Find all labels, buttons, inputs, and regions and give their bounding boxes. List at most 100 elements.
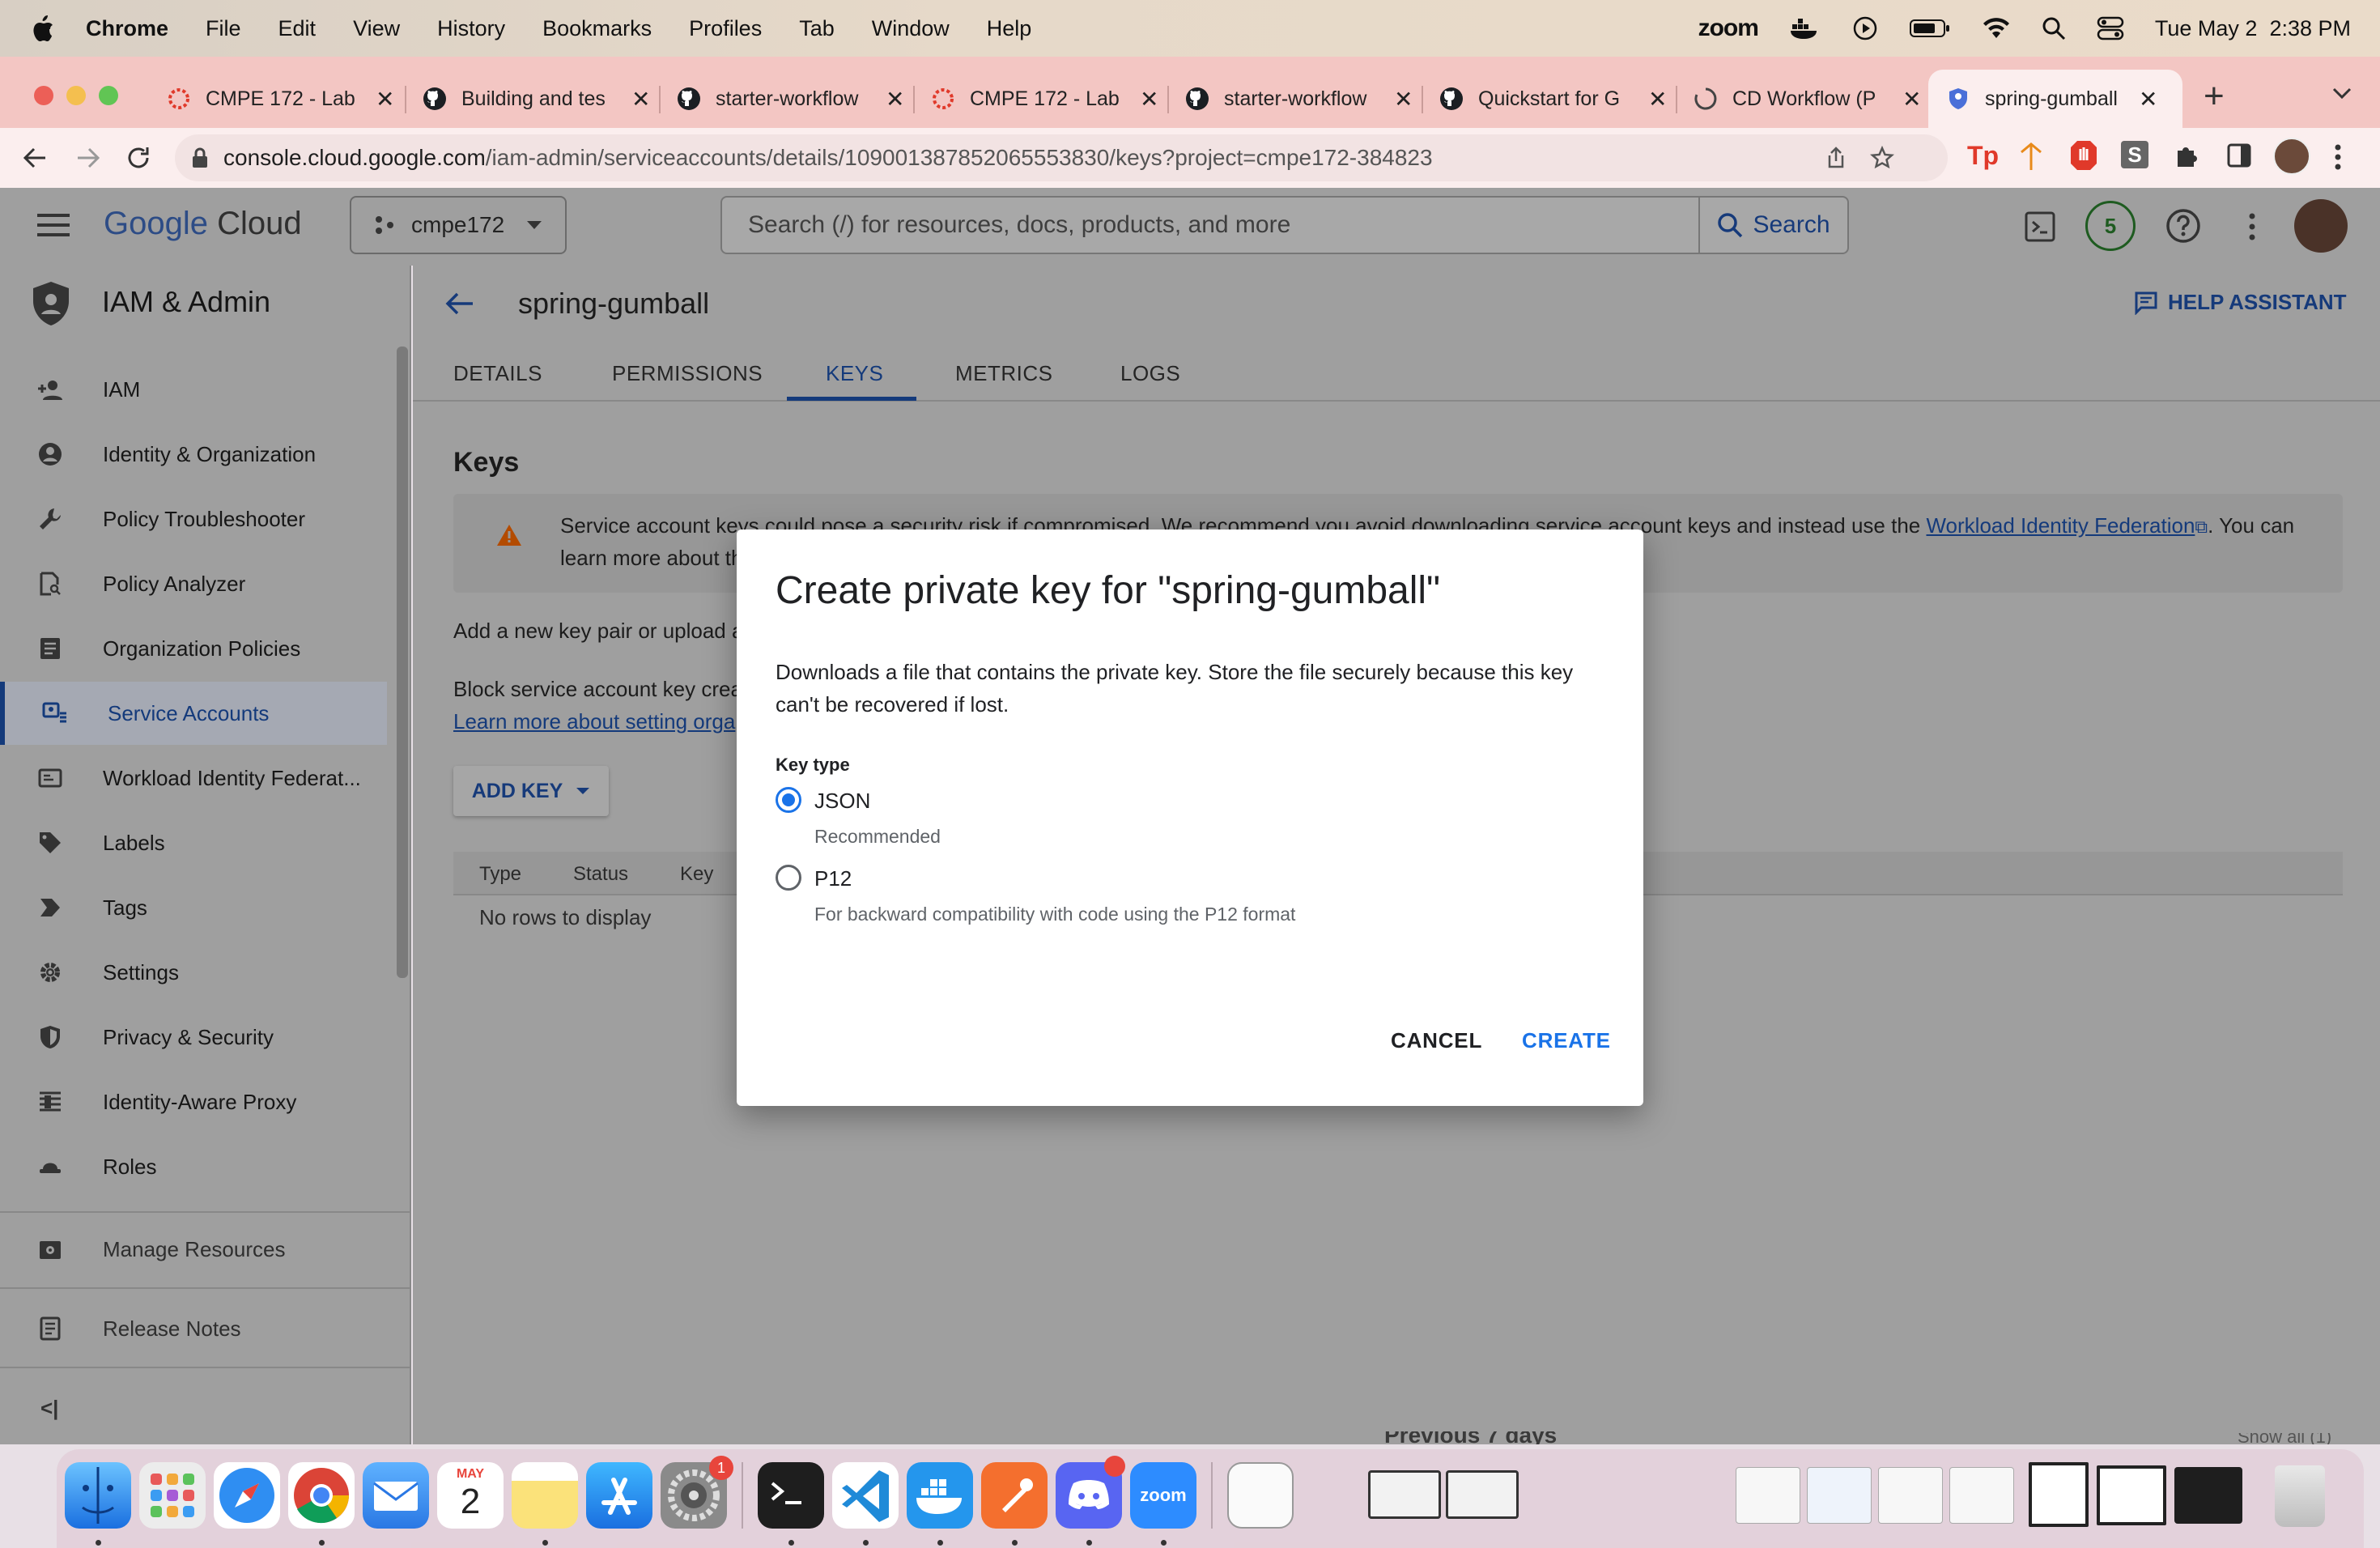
adblock-extension-icon[interactable]	[2069, 139, 2098, 172]
tab-details[interactable]: DETAILS	[453, 361, 542, 386]
chrome-icon[interactable]	[288, 1462, 355, 1529]
tab-close-icon[interactable]: ✕	[1140, 86, 1158, 113]
tab-close-icon[interactable]: ✕	[1902, 86, 1921, 113]
arrow-up-extension-icon[interactable]	[2017, 141, 2045, 173]
discord-icon[interactable]	[1056, 1456, 1125, 1529]
sidebar-manage-resources[interactable]: Manage Resources	[0, 1218, 387, 1281]
share-icon[interactable]	[1825, 146, 1847, 170]
app-store-icon[interactable]	[586, 1462, 652, 1529]
battery-icon[interactable]	[1909, 18, 1951, 39]
search-input[interactable]: Search (/) for resources, docs, products…	[748, 211, 1290, 239]
tab-search-chevron-icon[interactable]	[2331, 86, 2352, 104]
tab-keys[interactable]: KEYS	[826, 361, 883, 386]
window-close-button[interactable]	[34, 86, 53, 105]
menu-view[interactable]: View	[353, 16, 400, 41]
extensions-puzzle-icon[interactable]	[2173, 141, 2202, 170]
sidebar-item-organization-policies[interactable]: Organization Policies	[0, 617, 387, 680]
workload-identity-link[interactable]: Workload Identity Federation	[1926, 513, 2195, 538]
window-thumbnail[interactable]	[2029, 1462, 2089, 1527]
system-settings-icon[interactable]: 1	[661, 1456, 733, 1529]
sidebar-item-roles[interactable]: Roles	[0, 1135, 387, 1198]
tab-close-icon[interactable]: ✕	[1394, 86, 1413, 113]
launchpad-icon[interactable]	[139, 1462, 206, 1529]
menu-profiles[interactable]: Profiles	[689, 16, 762, 41]
browser-tab-active[interactable]: spring-gumball ✕	[1928, 70, 2182, 128]
sidebar-item-privacy-security[interactable]: Privacy & Security	[0, 1006, 387, 1069]
new-tab-button[interactable]: +	[2204, 76, 2225, 117]
resource-search[interactable]: Search (/) for resources, docs, products…	[720, 196, 1849, 254]
window-thumbnail[interactable]	[1949, 1467, 2014, 1524]
browser-tab[interactable]: starter-workflow ✕	[1185, 70, 1413, 128]
hamburger-menu-icon[interactable]	[37, 212, 70, 238]
learn-more-link[interactable]: Learn more about setting orga	[453, 709, 735, 734]
zoom-status-icon[interactable]: zoom	[1698, 15, 1759, 42]
safari-icon[interactable]	[214, 1462, 280, 1529]
menu-tab[interactable]: Tab	[799, 16, 835, 41]
bookmark-star-icon[interactable]	[1870, 146, 1894, 170]
tab-permissions[interactable]: PERMISSIONS	[612, 361, 763, 386]
sidebar-item-policy-analyzer[interactable]: Policy Analyzer	[0, 552, 387, 615]
sidebar-item-labels[interactable]: Labels	[0, 811, 387, 874]
google-cloud-logo[interactable]: Google Cloud	[104, 206, 302, 242]
create-button[interactable]: CREATE	[1522, 1028, 1611, 1053]
collapse-sidebar-icon[interactable]: <|	[40, 1396, 58, 1421]
browser-tab[interactable]: CD Workflow (P ✕	[1694, 70, 1921, 128]
window-thumbnail[interactable]	[1446, 1470, 1519, 1519]
browser-tab[interactable]: CMPE 172 - Lab ✕	[931, 70, 1158, 128]
window-minimize-button[interactable]	[66, 86, 86, 105]
finder-icon[interactable]	[65, 1462, 131, 1529]
p12-radio[interactable]	[776, 865, 801, 891]
tab-close-icon[interactable]: ✕	[1648, 86, 1667, 113]
cancel-button[interactable]: CANCEL	[1391, 1028, 1482, 1053]
docker-icon[interactable]	[907, 1462, 973, 1529]
control-center-icon[interactable]	[2097, 16, 2124, 40]
project-selector[interactable]: cmpe172	[350, 196, 567, 254]
account-avatar[interactable]	[2294, 199, 2348, 253]
play-status-icon[interactable]	[1852, 15, 1878, 41]
add-key-button[interactable]: ADD KEY	[453, 766, 609, 816]
zoom-app-icon[interactable]: zoom	[1130, 1462, 1196, 1529]
menu-app-name[interactable]: Chrome	[86, 16, 168, 41]
column-key[interactable]: Key	[680, 863, 713, 886]
column-type[interactable]: Type	[479, 863, 521, 886]
menu-history[interactable]: History	[437, 16, 505, 41]
window-thumbnail[interactable]	[1807, 1467, 1872, 1524]
help-assistant-button[interactable]: HELP ASSISTANT	[2134, 290, 2347, 315]
sidebar-item-tags[interactable]: Tags	[0, 876, 387, 939]
wifi-icon[interactable]	[1982, 17, 2011, 40]
column-status[interactable]: Status	[573, 863, 628, 886]
address-bar[interactable]: console.cloud.google.com/iam-admin/servi…	[175, 134, 1948, 181]
window-thumbnail[interactable]	[1736, 1467, 1800, 1524]
docker-status-icon[interactable]	[1789, 16, 1821, 40]
side-panel-icon[interactable]	[2226, 142, 2252, 168]
tab-close-icon[interactable]: ✕	[631, 86, 650, 113]
lock-icon[interactable]	[191, 147, 209, 169]
terminal-window-thumbnail[interactable]	[2174, 1467, 2242, 1524]
sidebar-scrollbar[interactable]	[397, 347, 408, 978]
trash-icon[interactable]	[2275, 1465, 2325, 1527]
cloud-shell-icon[interactable]	[2024, 211, 2056, 243]
window-thumbnail[interactable]	[2097, 1465, 2166, 1525]
search-button[interactable]: Search	[1698, 198, 1847, 253]
chrome-profile-avatar[interactable]	[2273, 138, 2310, 175]
chrome-menu-icon[interactable]	[2333, 141, 2343, 173]
menubar-clock[interactable]: Tue May 2 2:38 PM	[2155, 16, 2351, 41]
tab-close-icon[interactable]: ✕	[376, 86, 394, 113]
json-option-label[interactable]: JSON	[814, 789, 870, 814]
more-vert-icon[interactable]	[2247, 211, 2257, 243]
p12-option-label[interactable]: P12	[814, 866, 852, 891]
sidebar-item-workload-identity-federation[interactable]: Workload Identity Federat...	[0, 746, 387, 810]
help-icon[interactable]	[2165, 207, 2202, 245]
forward-arrow-icon[interactable]	[74, 144, 102, 172]
browser-tab[interactable]: Quickstart for G ✕	[1439, 70, 1667, 128]
sidebar-item-identity-organization[interactable]: Identity & Organization	[0, 423, 387, 486]
browser-tab[interactable]: starter-workflow ✕	[677, 70, 904, 128]
apple-logo-icon[interactable]	[31, 15, 55, 42]
tab-close-icon[interactable]: ✕	[886, 86, 904, 113]
window-thumbnail[interactable]	[1368, 1470, 1441, 1519]
calendar-icon[interactable]: MAY 2	[437, 1462, 504, 1529]
menu-help[interactable]: Help	[987, 16, 1032, 41]
browser-tab[interactable]: CMPE 172 - Lab ✕	[167, 70, 394, 128]
tab-close-icon[interactable]: ✕	[2139, 86, 2157, 113]
menu-file[interactable]: File	[206, 16, 241, 41]
